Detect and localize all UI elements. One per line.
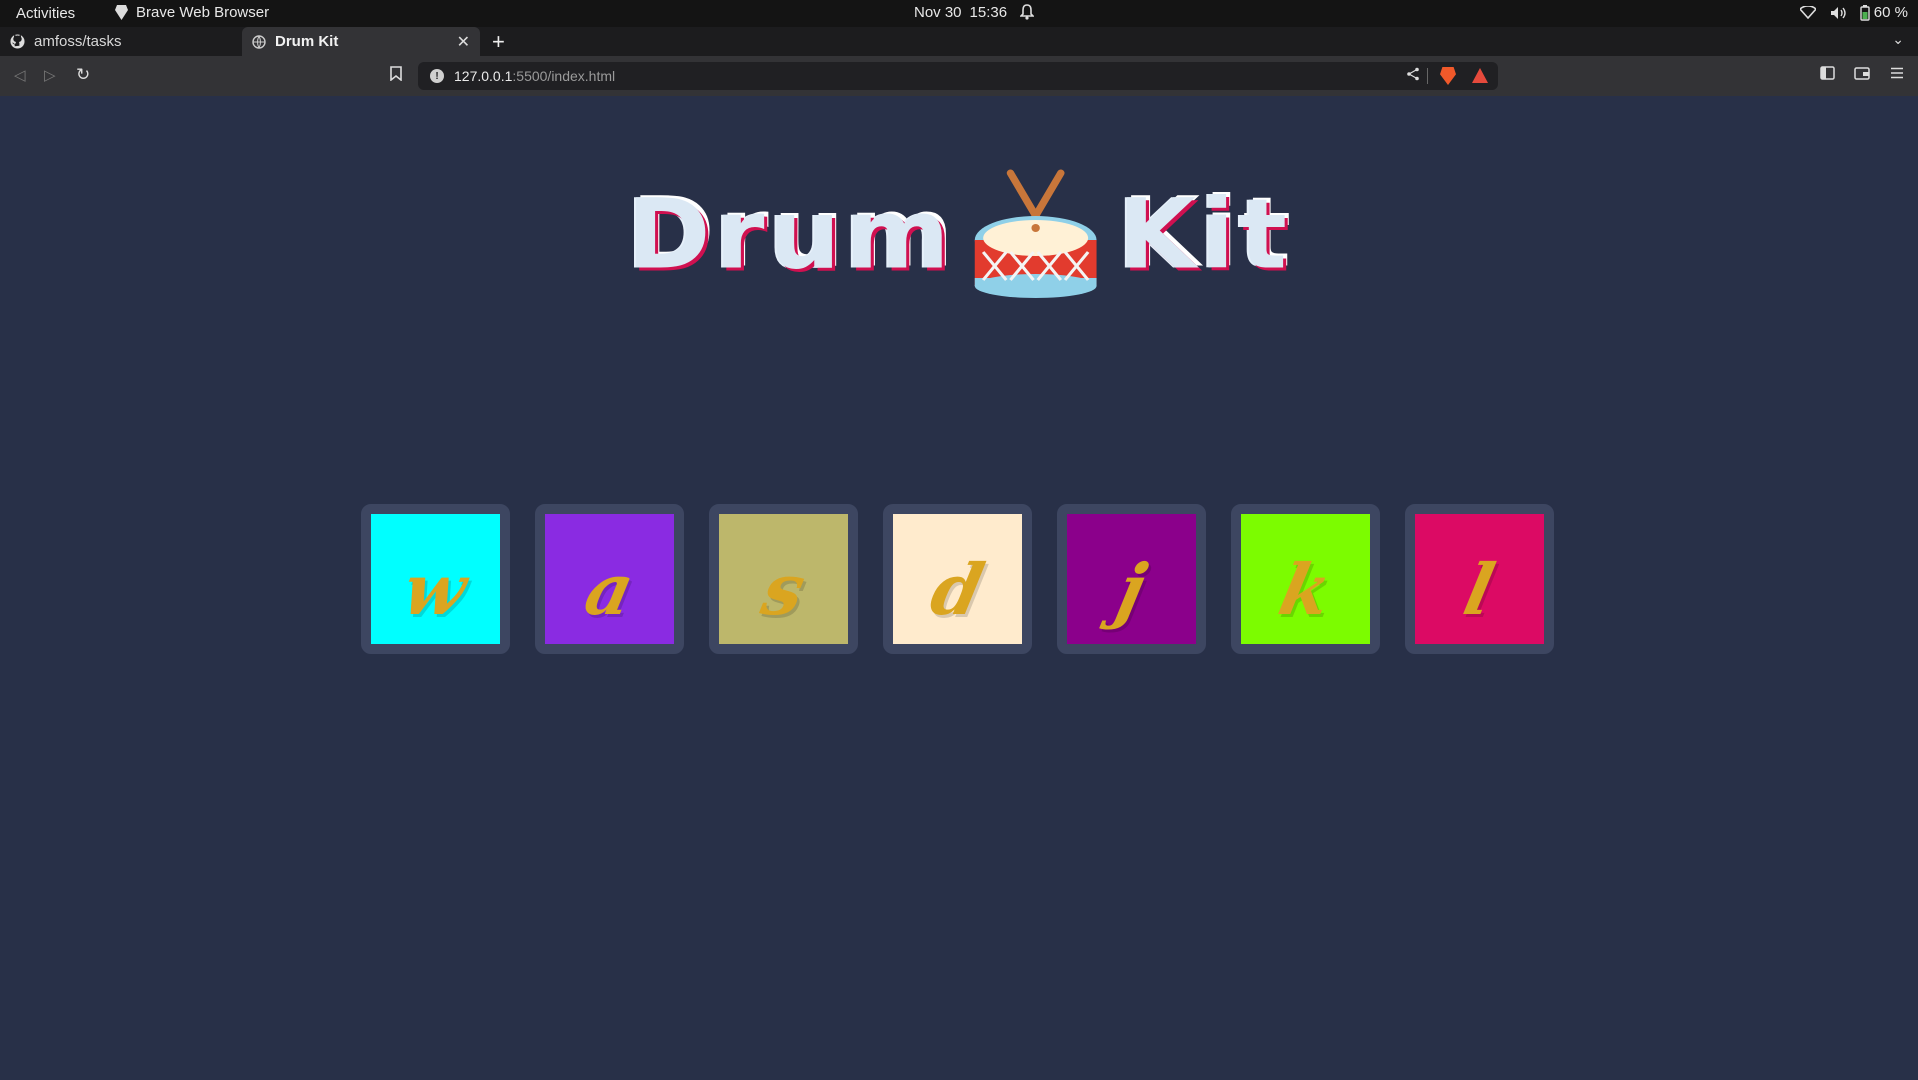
drum-icon xyxy=(969,168,1103,298)
sidebar-toggle-icon[interactable] xyxy=(1820,66,1835,84)
activities-button[interactable]: Activities xyxy=(16,5,75,22)
page-content: Drum Kit w a s d j k l xyxy=(0,96,1918,1080)
drum-key-d[interactable]: d xyxy=(883,504,1032,654)
app-name: Brave Web Browser xyxy=(136,4,270,21)
tab-amfoss-tasks[interactable]: amfoss/tasks xyxy=(0,27,240,56)
close-tab-icon[interactable]: ✕ xyxy=(457,32,470,52)
wifi-icon xyxy=(1799,6,1816,19)
url-text[interactable]: 127.0.0.1:5500/index.html xyxy=(454,68,615,84)
system-top-bar: Activities Brave Web Browser Nov 30 15:3… xyxy=(0,0,1918,27)
drum-key-a[interactable]: a xyxy=(535,504,684,654)
brave-lion-icon xyxy=(115,5,128,20)
clock[interactable]: Nov 30 15:36 xyxy=(914,4,1007,21)
tab-strip: amfoss/tasks Drum Kit ✕ + ⌄ xyxy=(0,27,1918,56)
back-button[interactable]: ◁ xyxy=(14,66,26,84)
bookmark-icon[interactable] xyxy=(390,66,402,85)
tab-drum-kit[interactable]: Drum Kit ✕ xyxy=(242,27,480,56)
globe-icon xyxy=(252,34,266,49)
brave-shields-icon[interactable] xyxy=(1440,67,1456,85)
app-menu[interactable]: Brave Web Browser xyxy=(115,4,269,21)
key-letter: s xyxy=(754,547,813,631)
page-title: Drum Kit xyxy=(0,169,1918,306)
title-word-kit: Kit xyxy=(1117,178,1292,291)
drum-key-l[interactable]: l xyxy=(1405,504,1554,654)
share-icon[interactable] xyxy=(1406,67,1420,84)
volume-icon xyxy=(1830,6,1846,19)
brave-rewards-icon[interactable] xyxy=(1472,68,1488,83)
github-icon xyxy=(10,34,25,49)
key-letter: l xyxy=(1457,547,1502,631)
menu-icon[interactable] xyxy=(1891,66,1903,83)
notification-bell-icon[interactable] xyxy=(1019,4,1035,24)
tab-list-chevron-down-icon[interactable]: ⌄ xyxy=(1892,31,1904,48)
date: Nov 30 xyxy=(914,4,962,21)
wallet-icon[interactable] xyxy=(1854,66,1870,84)
battery-percent: 60 % xyxy=(1873,4,1908,21)
site-info-icon[interactable]: ! xyxy=(430,69,444,83)
browser-toolbar: ◁ ▷ ↻ ! 127.0.0.1:5500/index.html xyxy=(0,56,1918,96)
drum-key-k[interactable]: k xyxy=(1231,504,1380,654)
key-letter: d xyxy=(924,547,991,631)
forward-button[interactable]: ▷ xyxy=(44,66,56,84)
battery-icon xyxy=(1860,4,1870,21)
reload-button[interactable]: ↻ xyxy=(76,65,90,85)
time: 15:36 xyxy=(969,4,1008,21)
title-word-drum: Drum xyxy=(626,178,954,291)
key-letter: w xyxy=(396,547,475,631)
key-letter: k xyxy=(1272,547,1339,631)
system-status-area[interactable]: 60 % xyxy=(1799,4,1908,21)
drum-keys: w a s d j k l xyxy=(361,504,1554,654)
address-bar[interactable]: ! 127.0.0.1:5500/index.html xyxy=(418,62,1498,90)
divider xyxy=(1427,68,1428,84)
drum-key-s[interactable]: s xyxy=(709,504,858,654)
tab-label: Drum Kit xyxy=(275,33,339,50)
key-letter: j xyxy=(1110,547,1153,631)
drum-key-j[interactable]: j xyxy=(1057,504,1206,654)
url-host: 127.0.0.1 xyxy=(454,68,513,84)
new-tab-button[interactable]: + xyxy=(492,29,505,55)
key-letter: a xyxy=(577,547,641,631)
url-path: :5500/index.html xyxy=(512,68,616,84)
tab-label: amfoss/tasks xyxy=(34,33,122,50)
drum-key-w[interactable]: w xyxy=(361,504,510,654)
